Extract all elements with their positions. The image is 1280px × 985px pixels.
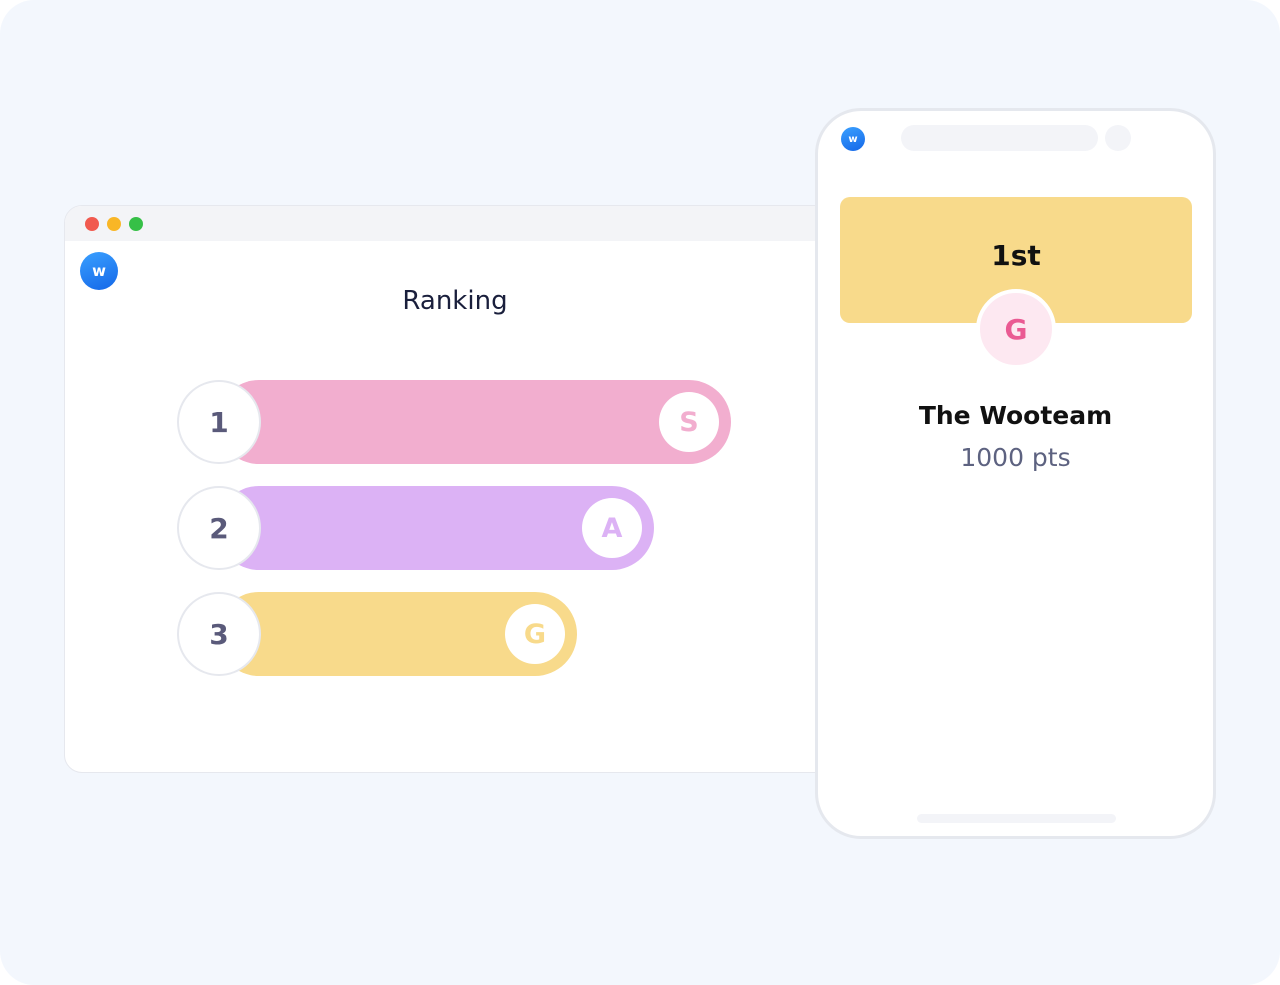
phone-app-logo-icon: w [841, 127, 865, 151]
browser-window: w Ranking 1S2A3G [64, 205, 864, 773]
winner-team-name: The Wooteam [918, 401, 1113, 430]
ranking-position: 2 [177, 486, 261, 570]
winner-avatar: G [976, 289, 1056, 369]
winner-points: 1000 pts [960, 443, 1071, 472]
phone-address-bar [901, 125, 1098, 151]
home-indicator [917, 814, 1116, 823]
phone-mockup: w 1st G The Wooteam 1000 pts [815, 108, 1216, 839]
app-logo-icon: w [80, 252, 118, 290]
close-window-dot[interactable] [85, 216, 99, 231]
minimize-window-dot[interactable] [107, 216, 121, 231]
page-title: Ranking [402, 286, 508, 316]
ranking-row: 1S [177, 380, 731, 464]
ranking-row: 3G [177, 592, 577, 676]
winner-place-label: 1st [991, 239, 1041, 272]
ranking-score-bar [217, 380, 731, 464]
background-canvas: w Ranking 1S2A3G w 1st G The Wooteam 100… [0, 0, 1280, 985]
ranking-position: 3 [177, 592, 261, 676]
ranking-avatar: G [505, 604, 565, 664]
ranking-avatar: S [659, 392, 719, 452]
phone-menu-button[interactable] [1105, 125, 1131, 151]
ranking-avatar: A [582, 498, 642, 558]
ranking-row: 2A [177, 486, 654, 570]
ranking-position: 1 [177, 380, 261, 464]
browser-title-bar [65, 206, 863, 241]
maximize-window-dot[interactable] [129, 216, 143, 231]
